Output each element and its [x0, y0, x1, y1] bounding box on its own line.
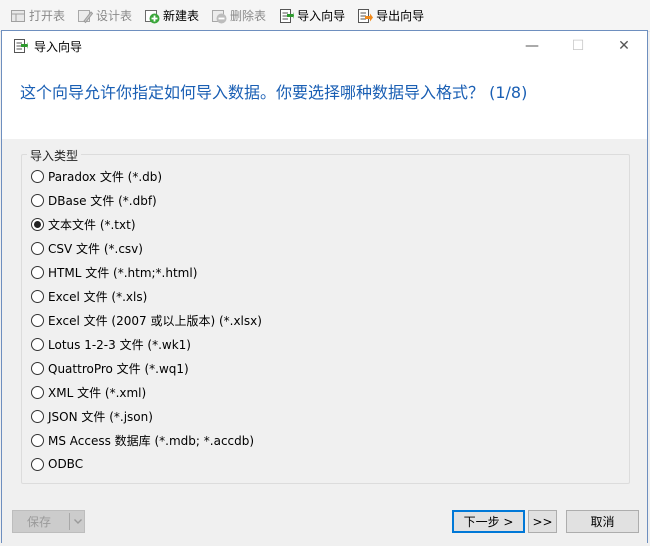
- next-button[interactable]: 下一步 >: [452, 510, 525, 533]
- close-icon: ✕: [618, 38, 630, 54]
- window-controls: — ☐ ✕: [509, 31, 647, 61]
- import-type-group: 导入类型 Paradox 文件 (*.db) DBase 文件 (*.dbf) …: [21, 147, 630, 484]
- option-label: HTML 文件 (*.htm;*.html): [48, 265, 198, 280]
- radio-button[interactable]: [31, 313, 44, 327]
- delete-table-label: 删除表: [230, 9, 267, 23]
- radio-button[interactable]: [31, 385, 44, 399]
- option-xml[interactable]: XML 文件 (*.xml): [31, 383, 146, 401]
- option-ms-access[interactable]: MS Access 数据库 (*.mdb; *.accdb): [31, 431, 254, 449]
- dialog-title: 导入向导: [34, 39, 83, 54]
- delete-table-icon: [211, 8, 227, 24]
- option-html[interactable]: HTML 文件 (*.htm;*.html): [31, 263, 197, 281]
- delete-table-button[interactable]: 删除表: [209, 5, 268, 27]
- new-table-button[interactable]: 新建表: [142, 5, 201, 27]
- open-table-button[interactable]: 打开表: [8, 5, 67, 27]
- option-lotus[interactable]: Lotus 1-2-3 文件 (*.wk1): [31, 335, 191, 353]
- export-wizard-icon: [357, 8, 374, 24]
- radio-button[interactable]: [31, 193, 44, 207]
- option-text[interactable]: 文本文件 (*.txt): [31, 215, 136, 233]
- option-label: DBase 文件 (*.dbf): [48, 193, 157, 208]
- radio-button-checked[interactable]: [31, 217, 44, 231]
- skip-to-end-button[interactable]: >>: [528, 510, 557, 533]
- cancel-label: 取消: [590, 515, 615, 529]
- option-label: MS Access 数据库 (*.mdb; *.accdb): [48, 433, 255, 448]
- chevron-down-icon[interactable]: [73, 513, 83, 533]
- radio-button[interactable]: [31, 433, 44, 447]
- maximize-button[interactable]: ☐: [555, 31, 601, 61]
- option-label: Paradox 文件 (*.db): [48, 169, 163, 184]
- option-json[interactable]: JSON 文件 (*.json): [31, 407, 153, 425]
- import-wizard-icon: [12, 38, 28, 54]
- option-label: QuattroPro 文件 (*.wq1): [48, 361, 189, 376]
- export-wizard-button[interactable]: 导出向导: [355, 5, 426, 27]
- new-table-icon: [144, 8, 160, 24]
- main-toolbar: 打开表 设计表 新建表 删除表 导入向导 导出向导: [0, 0, 650, 32]
- radio-button[interactable]: [31, 265, 44, 279]
- option-excel-xls[interactable]: Excel 文件 (*.xls): [31, 287, 147, 305]
- import-wizard-dialog: 导入向导 — ☐ ✕ 这个向导允许你指定如何导入数据。你要选择哪种数据导入格式？…: [1, 30, 648, 544]
- option-excel-xlsx[interactable]: Excel 文件 (2007 或以上版本) (*.xlsx): [31, 311, 262, 329]
- radio-button[interactable]: [31, 169, 44, 183]
- radio-button[interactable]: [31, 361, 44, 375]
- import-wizard-icon: [278, 8, 295, 24]
- export-wizard-label: 导出向导: [376, 9, 425, 23]
- import-type-group-label: 导入类型: [27, 147, 82, 164]
- skip-label: >>: [532, 514, 553, 529]
- design-table-icon: [77, 8, 94, 24]
- option-label: Excel 文件 (2007 或以上版本) (*.xlsx): [48, 313, 262, 328]
- option-label: Excel 文件 (*.xls): [48, 289, 148, 304]
- open-table-icon: [10, 8, 26, 24]
- option-paradox[interactable]: Paradox 文件 (*.db): [31, 167, 162, 185]
- design-table-label: 设计表: [96, 9, 133, 23]
- minimize-button[interactable]: —: [509, 31, 555, 61]
- radio-button[interactable]: [31, 337, 44, 351]
- radio-button[interactable]: [31, 409, 44, 423]
- dialog-titlebar[interactable]: 导入向导 — ☐ ✕: [2, 31, 647, 61]
- option-csv[interactable]: CSV 文件 (*.csv): [31, 239, 143, 257]
- next-label: 下一步 >: [463, 515, 514, 529]
- import-wizard-label: 导入向导: [297, 9, 346, 23]
- import-wizard-button[interactable]: 导入向导: [276, 5, 347, 27]
- option-label: JSON 文件 (*.json): [48, 409, 153, 424]
- open-table-label: 打开表: [29, 9, 66, 23]
- option-odbc[interactable]: ODBC: [31, 455, 83, 473]
- radio-button[interactable]: [31, 241, 44, 255]
- wizard-footer: 保存 下一步 > >> 取消: [2, 501, 647, 544]
- wizard-heading: 这个向导允许你指定如何导入数据。你要选择哪种数据导入格式？ (1/8): [20, 83, 528, 102]
- save-dropdown-divider: [69, 513, 70, 530]
- radio-button[interactable]: [31, 457, 44, 471]
- save-label: 保存: [27, 515, 52, 529]
- wizard-content: 导入类型 Paradox 文件 (*.db) DBase 文件 (*.dbf) …: [2, 139, 647, 501]
- option-label: ODBC: [48, 457, 84, 471]
- option-label: CSV 文件 (*.csv): [48, 241, 143, 256]
- design-table-button[interactable]: 设计表: [75, 5, 134, 27]
- option-dbase[interactable]: DBase 文件 (*.dbf): [31, 191, 157, 209]
- option-label: 文本文件 (*.txt): [48, 217, 136, 232]
- new-table-label: 新建表: [163, 9, 200, 23]
- cancel-button[interactable]: 取消: [566, 510, 639, 533]
- option-label: Lotus 1-2-3 文件 (*.wk1): [48, 337, 191, 352]
- option-label: XML 文件 (*.xml): [48, 385, 147, 400]
- radio-button[interactable]: [31, 289, 44, 303]
- minimize-icon: —: [525, 38, 539, 54]
- option-quattropro[interactable]: QuattroPro 文件 (*.wq1): [31, 359, 189, 377]
- maximize-icon: ☐: [571, 38, 585, 54]
- close-button[interactable]: ✕: [601, 31, 647, 61]
- save-button[interactable]: 保存: [12, 510, 85, 533]
